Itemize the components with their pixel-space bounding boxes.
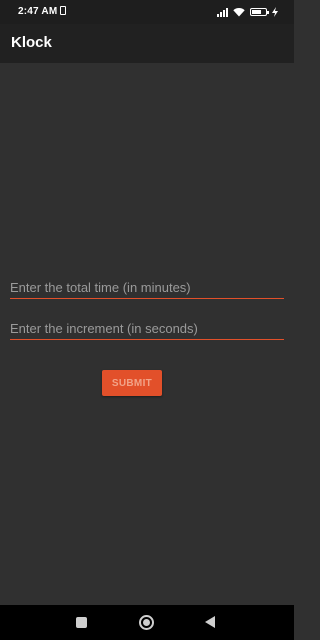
battery-level [252, 10, 262, 14]
recents-icon[interactable] [76, 617, 87, 628]
app-bar: Klock [0, 24, 294, 63]
status-bar: 2:47 AM [0, 0, 294, 24]
total-time-field [10, 277, 284, 299]
charging-icon [272, 7, 278, 17]
submit-button[interactable]: SUBMIT [102, 370, 162, 396]
navigation-bar [0, 605, 294, 640]
battery-icon [250, 8, 269, 16]
app-screen: 2:47 AM Klock Enter the total time (in m… [0, 0, 294, 640]
back-icon[interactable] [205, 616, 215, 628]
status-icons [217, 6, 278, 18]
total-time-input[interactable] [10, 277, 284, 298]
signal-icon [217, 7, 228, 17]
sim-card-icon [60, 6, 66, 15]
app-title: Klock [11, 34, 52, 51]
increment-input[interactable] [10, 318, 284, 339]
home-icon[interactable] [139, 615, 154, 630]
wifi-icon [233, 7, 245, 17]
status-time: 2:47 AM [18, 6, 58, 17]
increment-field [10, 318, 284, 340]
